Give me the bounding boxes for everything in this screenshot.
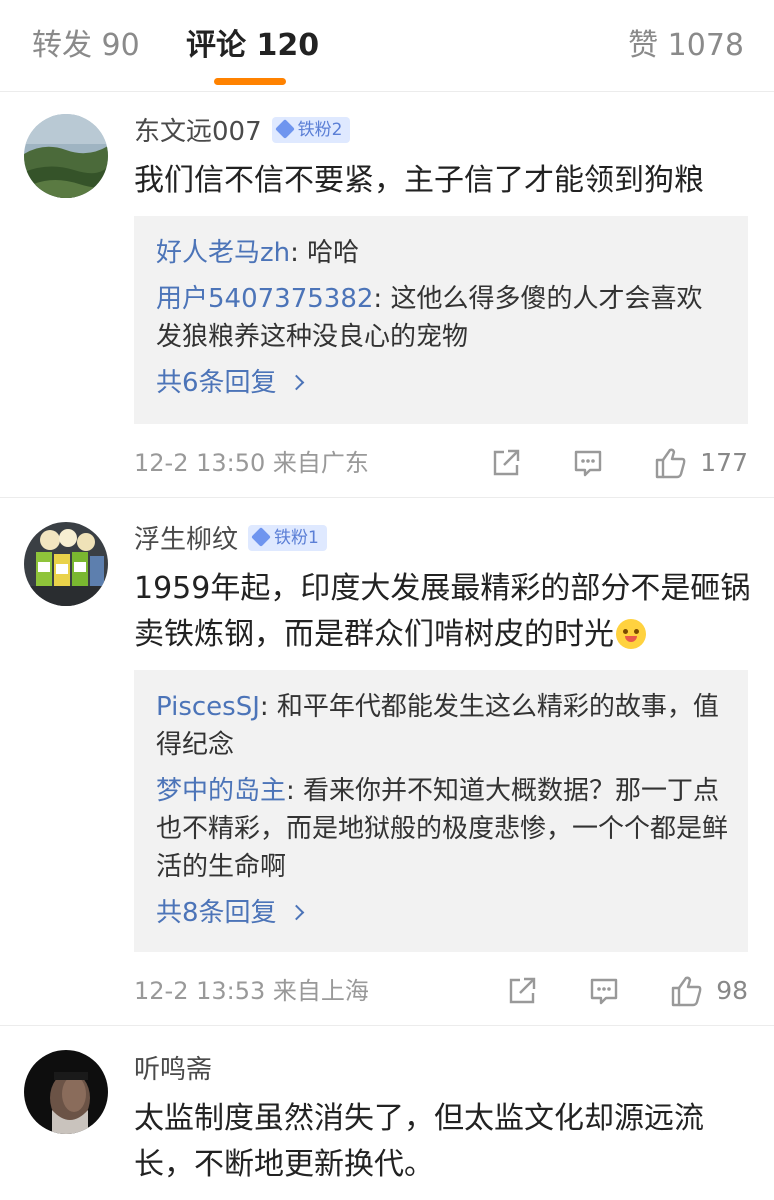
comment-text: 1959年起，印度大发展最精彩的部分不是砸锅卖铁炼钢，而是群众们啃树皮的时光 [134,571,751,652]
location: 来自上海 [272,977,369,1005]
chevron-right-icon [288,374,304,391]
timestamp: 12-2 13:53 [134,977,266,1005]
tab-bar: 转发 90 评论 120 赞 1078 [0,0,774,92]
fan-badge: 铁粉1 [248,524,327,551]
username[interactable]: 浮生柳纹 铁粉1 [134,524,327,556]
comment-actions: 98 [506,974,748,1008]
comment-meta: 12-2 13:53 来自上海 [134,976,369,1006]
reply-item[interactable]: 梦中的岛主: 看来你并不知道大概数据？那一丁点也不精彩，而是地狱般的极度悲惨，一… [156,772,728,886]
comment-item: 东文远007 铁粉2 我们信不信不要紧，主子信了才能领到狗粮 好人老马zh: 哈哈… [0,92,774,498]
share-icon[interactable] [506,975,538,1007]
thumbs-up-icon[interactable] [654,446,688,480]
reply-item[interactable]: 用户5407375382: 这他么得多傻的人才会喜欢发狼粮养这种没良心的宠物 [156,280,728,356]
comment-item: 浮生柳纹 铁粉1 1959年起，印度大发展最精彩的部分不是砸锅卖铁炼钢，而是群众们… [0,498,774,1026]
diamond-icon [251,526,271,547]
reply-box[interactable]: 好人老马zh: 哈哈 用户5407375382: 这他么得多傻的人才会喜欢发狼粮… [134,216,748,424]
reply-box[interactable]: PiscesSJ: 和平年代都能发生这么精彩的故事，值得纪念 梦中的岛主: 看来… [134,670,748,952]
avatar[interactable] [24,114,108,198]
username[interactable]: 东文远007 铁粉2 [134,116,351,148]
username[interactable]: 听鸣斋 [134,1054,212,1086]
comment-text: 太监制度虽然消失了，但太监文化却源远流长，不断地更新换代。 [134,1101,704,1182]
tab-comments[interactable]: 评论 120 [186,26,319,66]
tab-reposts[interactable]: 转发 90 [32,26,140,66]
like-count: 177 [700,448,748,477]
comment-icon[interactable] [588,975,620,1007]
avatar[interactable] [24,1050,108,1134]
comment-meta: 12-2 13:50 来自广东 [134,448,369,478]
location: 来自广东 [272,449,369,477]
thumbs-up-icon[interactable] [670,974,704,1008]
more-replies-link[interactable]: 共6条回复 [156,364,728,402]
comment-text: 我们信不信不要紧，主子信了才能领到狗粮 [134,163,704,198]
diamond-icon [274,118,295,139]
comment-actions: 177 [490,446,748,480]
comment-icon[interactable] [572,447,604,479]
more-replies-link[interactable]: 共8条回复 [156,894,728,932]
comment-item: 听鸣斋 太监制度虽然消失了，但太监文化却源远流长，不断地更新换代。 [0,1026,774,1200]
smiling-face-emoji-icon [616,619,646,649]
reply-username[interactable]: 好人老马zh [156,238,290,268]
like-count: 98 [716,976,748,1005]
timestamp: 12-2 13:50 [134,449,266,477]
chevron-right-icon [288,904,304,921]
fan-badge: 铁粉2 [271,116,351,143]
active-tab-indicator [214,78,286,85]
reply-item[interactable]: PiscesSJ: 和平年代都能发生这么精彩的故事，值得纪念 [156,688,728,764]
tab-likes[interactable]: 赞 1078 [628,26,744,66]
reply-username[interactable]: 用户5407375382 [156,284,373,314]
reply-item[interactable]: 好人老马zh: 哈哈 [156,234,728,272]
reply-username[interactable]: 梦中的岛主 [156,776,286,806]
reply-username[interactable]: PiscesSJ [156,692,260,722]
avatar[interactable] [24,522,108,606]
share-icon[interactable] [490,447,522,479]
